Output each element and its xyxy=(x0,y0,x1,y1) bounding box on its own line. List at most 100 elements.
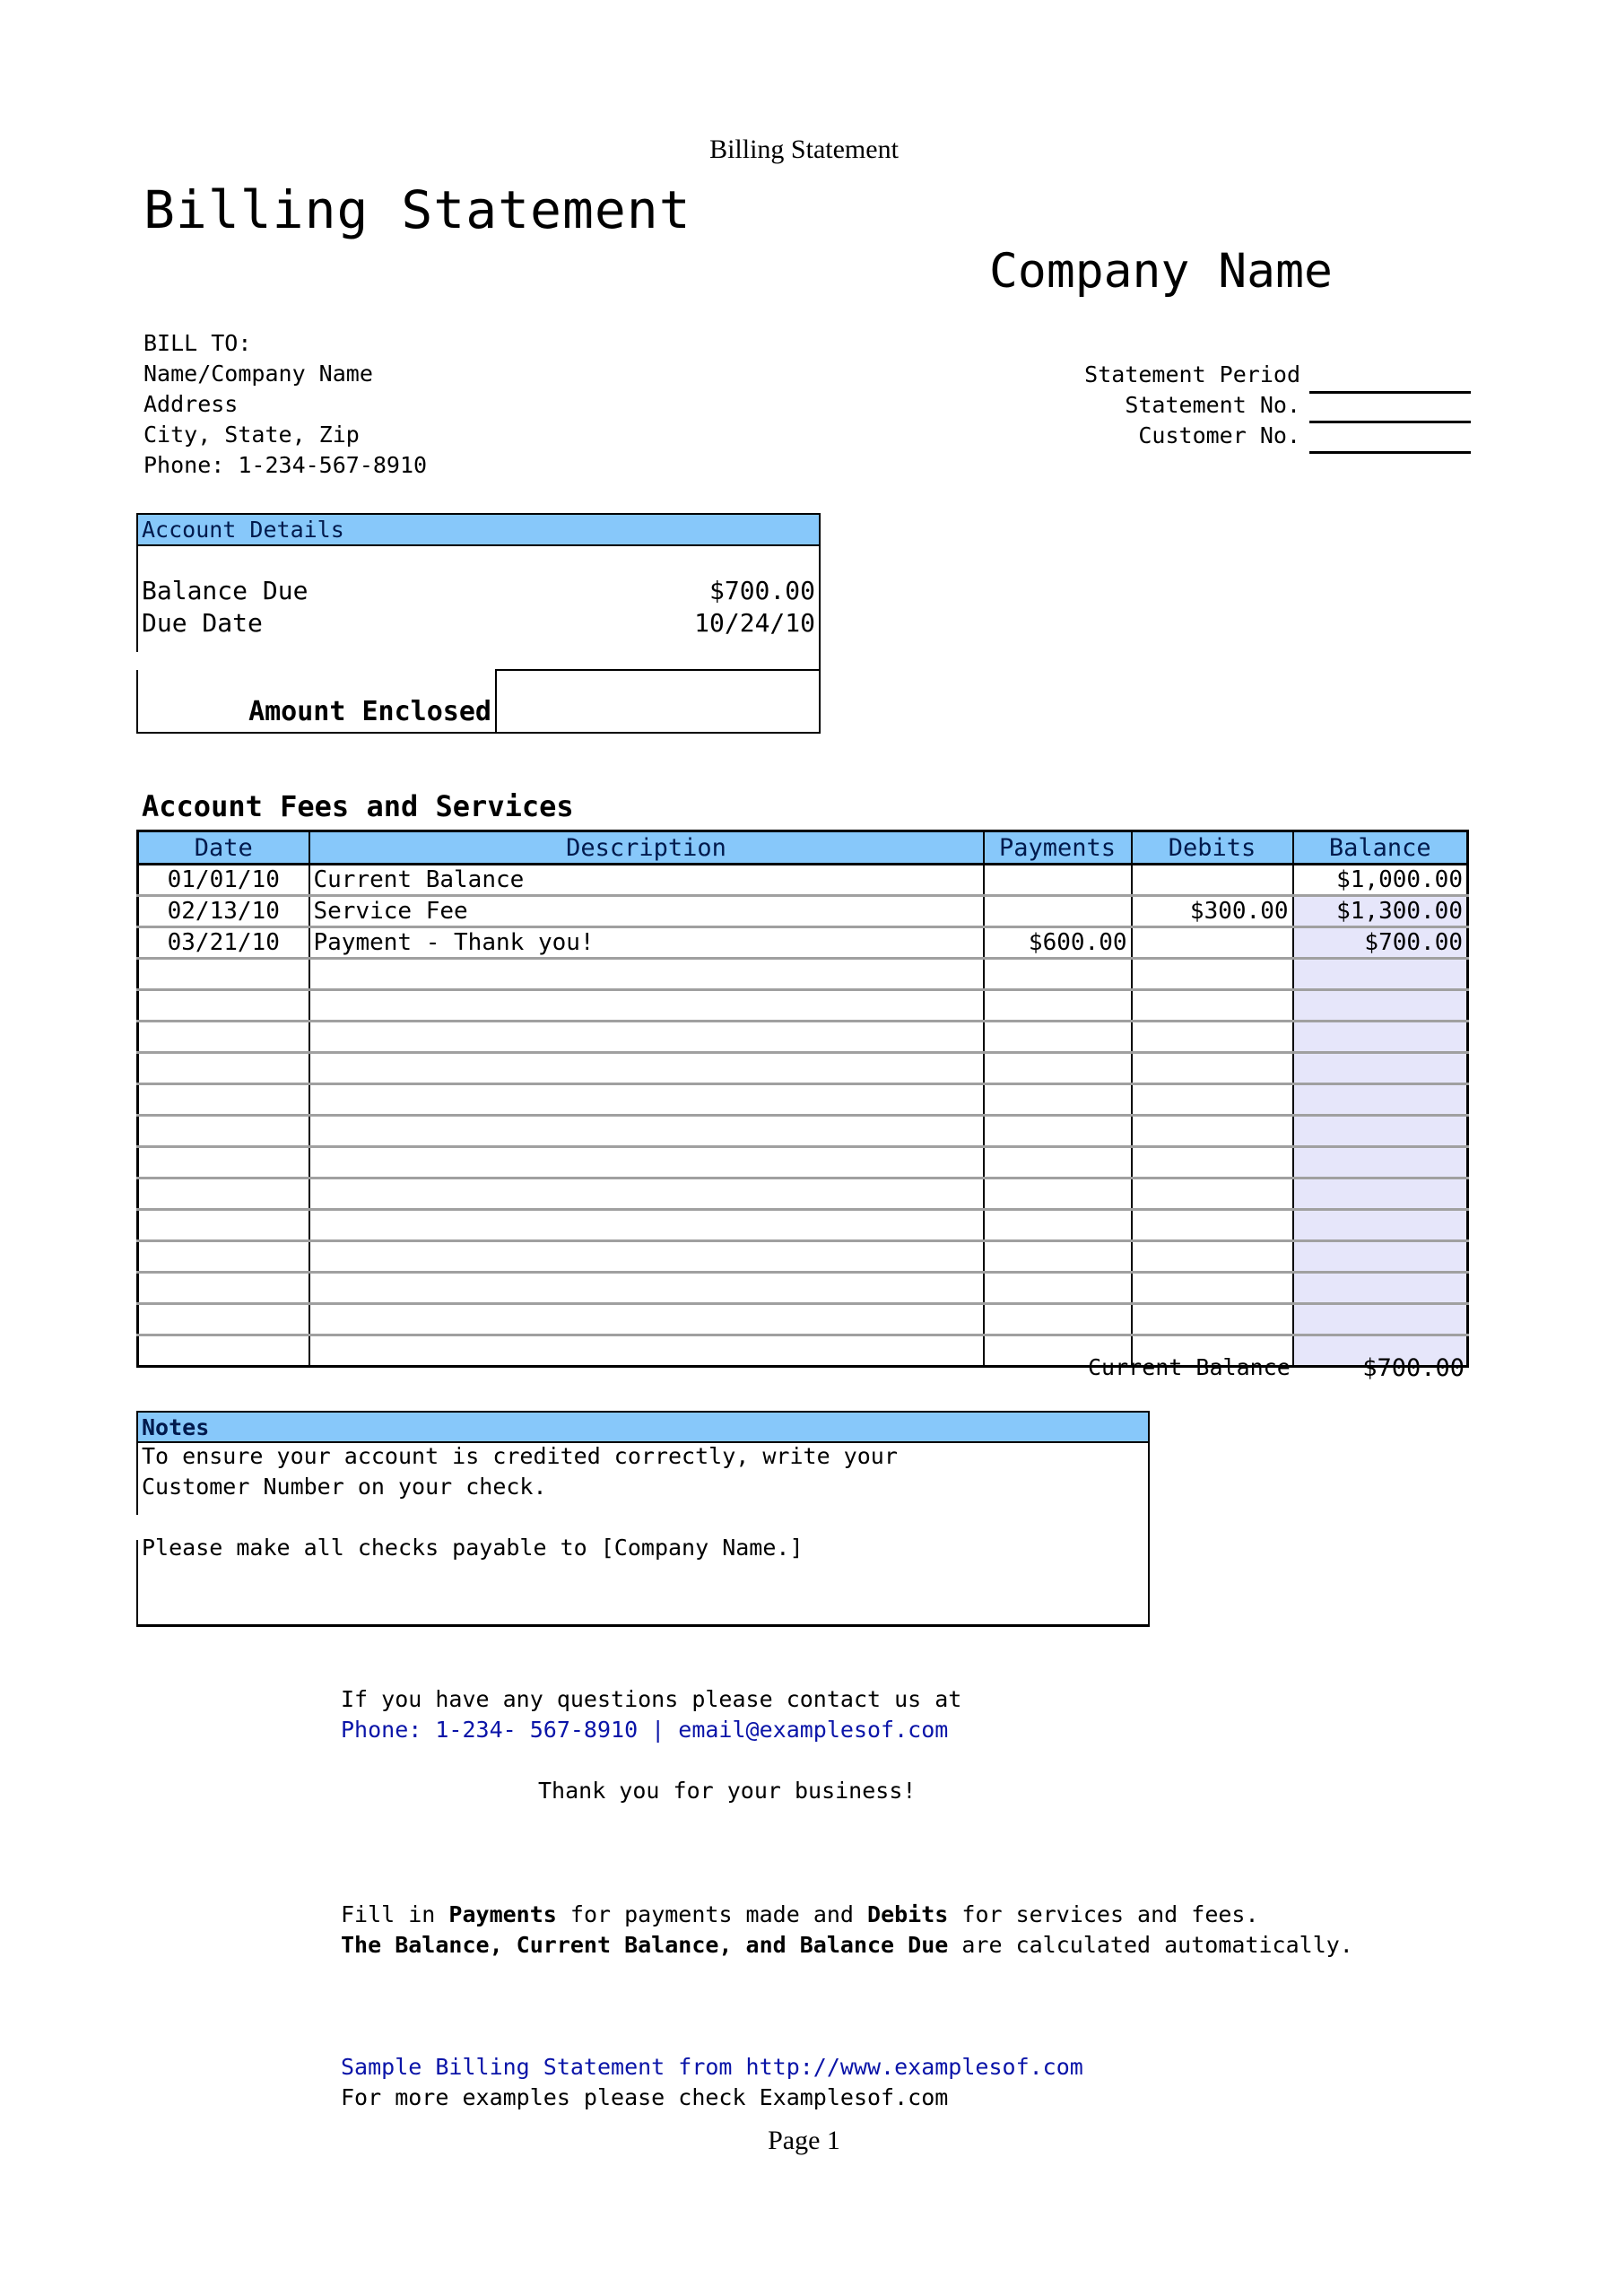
customer-no-field[interactable] xyxy=(1309,451,1471,454)
cell-description[interactable] xyxy=(308,1146,985,1179)
cell-date[interactable] xyxy=(136,1303,310,1336)
cell-description[interactable] xyxy=(308,1335,985,1367)
cell-description[interactable] xyxy=(308,1083,985,1117)
contact-details-link[interactable]: Phone: 1-234- 567-8910 | email@exampleso… xyxy=(341,1717,948,1743)
cell-debits[interactable] xyxy=(1130,1209,1294,1242)
cell-payments[interactable] xyxy=(982,989,1133,1022)
cell-description[interactable] xyxy=(308,958,985,991)
instruction-bold-text: Debits xyxy=(867,1901,949,1927)
cell-date[interactable] xyxy=(136,958,310,991)
instruction-bold-text: The Balance, Current Balance, and Balanc… xyxy=(341,1932,949,1958)
table-row xyxy=(136,1083,1469,1117)
due-date-label: Due Date xyxy=(142,608,263,638)
cell-payments[interactable] xyxy=(982,895,1133,928)
cell-payments[interactable] xyxy=(982,1209,1133,1242)
cell-description[interactable] xyxy=(308,989,985,1022)
cell-balance xyxy=(1291,1021,1469,1054)
cell-debits[interactable] xyxy=(1130,926,1294,960)
cell-date[interactable] xyxy=(136,1272,310,1305)
instruction-text: for payments made and xyxy=(556,1901,868,1927)
account-details-header: Account Details xyxy=(136,513,821,546)
cell-payments[interactable] xyxy=(982,1240,1133,1274)
cell-debits[interactable] xyxy=(1130,1115,1294,1148)
cell-balance xyxy=(1291,958,1469,991)
table-row xyxy=(136,1209,1469,1242)
cell-description[interactable] xyxy=(308,1272,985,1305)
cell-debits[interactable] xyxy=(1130,864,1294,897)
cell-payments[interactable] xyxy=(982,1052,1133,1085)
bill-to-label: BILL TO: xyxy=(143,330,252,356)
fees-table: Date Description Payments Debits Balance… xyxy=(136,830,1469,1368)
cell-payments[interactable] xyxy=(982,1115,1133,1148)
instruction-bold-text: Payments xyxy=(448,1901,557,1927)
cell-debits[interactable] xyxy=(1130,1052,1294,1085)
cell-debits[interactable] xyxy=(1130,1178,1294,1211)
bill-to-city: City, State, Zip xyxy=(143,422,360,448)
cell-balance xyxy=(1291,1115,1469,1148)
cell-debits[interactable] xyxy=(1130,1303,1294,1336)
current-balance-value: $700.00 xyxy=(1362,1354,1465,1382)
cell-date[interactable] xyxy=(136,1052,310,1085)
table-row xyxy=(136,1146,1469,1179)
table-row xyxy=(136,1272,1469,1305)
cell-description[interactable] xyxy=(308,1303,985,1336)
cell-description[interactable] xyxy=(308,1209,985,1242)
cell-payments[interactable] xyxy=(982,1272,1133,1305)
cell-date[interactable] xyxy=(136,1335,310,1367)
cell-date[interactable] xyxy=(136,1146,310,1179)
cell-balance: $700.00 xyxy=(1291,926,1469,960)
table-row: 02/13/10 Service Fee $300.00 $1,300.00 xyxy=(136,895,1469,928)
amount-enclosed-field[interactable] xyxy=(495,669,821,734)
cell-date[interactable] xyxy=(136,989,310,1022)
cell-date[interactable] xyxy=(136,1083,310,1117)
cell-description[interactable]: Current Balance xyxy=(308,864,985,897)
instruction-text: Fill in xyxy=(341,1901,449,1927)
cell-payments[interactable] xyxy=(982,1178,1133,1211)
cell-payments[interactable]: $600.00 xyxy=(982,926,1133,960)
cell-date[interactable]: 01/01/10 xyxy=(136,864,310,897)
statement-no-field[interactable] xyxy=(1309,421,1471,423)
cell-debits[interactable] xyxy=(1130,958,1294,991)
cell-debits[interactable]: $300.00 xyxy=(1130,895,1294,928)
cell-payments[interactable] xyxy=(982,864,1133,897)
cell-debits[interactable] xyxy=(1130,1272,1294,1305)
table-row xyxy=(136,1021,1469,1054)
cell-balance: $1,000.00 xyxy=(1291,864,1469,897)
instructions-line-2: The Balance, Current Balance, and Balanc… xyxy=(341,1932,1353,1958)
cell-debits[interactable] xyxy=(1130,1240,1294,1274)
account-details-box: Account Details Balance Due $700.00 Due … xyxy=(136,513,821,734)
cell-debits[interactable] xyxy=(1130,1021,1294,1054)
page-number: Page 1 xyxy=(768,2126,840,2155)
cell-debits[interactable] xyxy=(1130,1083,1294,1117)
cell-description[interactable]: Service Fee xyxy=(308,895,985,928)
cell-date[interactable] xyxy=(136,1115,310,1148)
cell-description[interactable] xyxy=(308,1021,985,1054)
cell-balance xyxy=(1291,1303,1469,1336)
cell-debits[interactable] xyxy=(1130,1146,1294,1179)
cell-date[interactable] xyxy=(136,1178,310,1211)
cell-description[interactable]: Payment - Thank you! xyxy=(308,926,985,960)
note-line: Please make all checks payable to [Compa… xyxy=(142,1535,804,1561)
cell-balance xyxy=(1291,1052,1469,1085)
statement-period-label: Statement Period xyxy=(1084,361,1300,387)
sample-source-link[interactable]: Sample Billing Statement from http://www… xyxy=(341,2054,1083,2080)
cell-description[interactable] xyxy=(308,1178,985,1211)
cell-date[interactable] xyxy=(136,1240,310,1274)
cell-description[interactable] xyxy=(308,1115,985,1148)
cell-payments[interactable] xyxy=(982,958,1133,991)
cell-date[interactable] xyxy=(136,1209,310,1242)
cell-payments[interactable] xyxy=(982,1021,1133,1054)
cell-payments[interactable] xyxy=(982,1303,1133,1336)
bill-to-address: Address xyxy=(143,391,239,417)
cell-payments[interactable] xyxy=(982,1083,1133,1117)
statement-period-field[interactable] xyxy=(1309,391,1471,394)
due-date-value: 10/24/10 xyxy=(694,608,815,638)
cell-date[interactable] xyxy=(136,1021,310,1054)
box-border xyxy=(136,670,138,734)
cell-date[interactable]: 03/21/10 xyxy=(136,926,310,960)
cell-description[interactable] xyxy=(308,1240,985,1274)
cell-payments[interactable] xyxy=(982,1146,1133,1179)
cell-description[interactable] xyxy=(308,1052,985,1085)
cell-debits[interactable] xyxy=(1130,989,1294,1022)
cell-date[interactable]: 02/13/10 xyxy=(136,895,310,928)
